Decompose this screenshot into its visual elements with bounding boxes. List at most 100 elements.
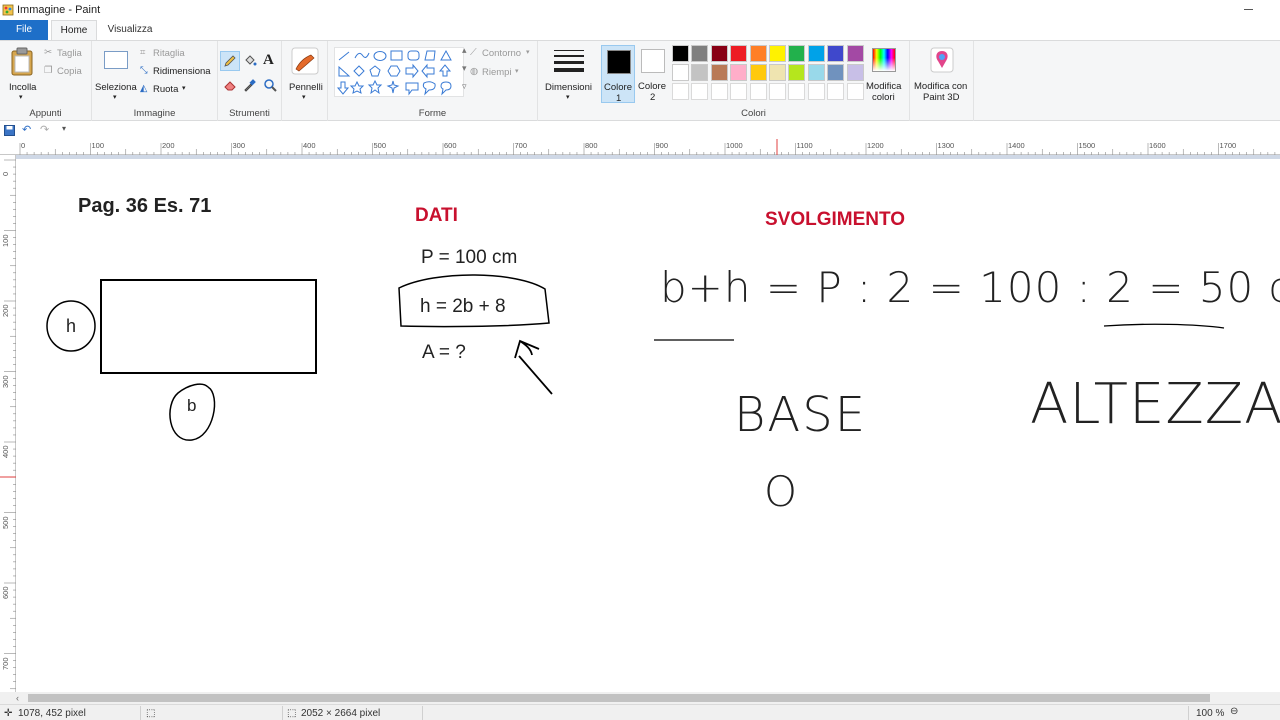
- canvas-area[interactable]: Pag. 36 Es. 71 h b DATI P = 100 cm h = 2…: [16, 155, 1280, 692]
- image-group-label: Immagine: [133, 108, 176, 119]
- zoom-out-icon[interactable]: ⊖: [1230, 706, 1238, 717]
- palette-swatch[interactable]: [710, 45, 728, 62]
- palette-empty-swatch[interactable]: [788, 83, 806, 100]
- color2-label: Colore: [638, 81, 666, 92]
- palette-swatch[interactable]: [691, 45, 709, 62]
- palette-swatch[interactable]: [710, 64, 728, 81]
- outline-button[interactable]: ⟋ Contorno ▾: [470, 47, 536, 61]
- palette-empty-swatch[interactable]: [672, 83, 689, 100]
- resize-label: Ridimensiona: [153, 66, 211, 77]
- color1-button[interactable]: Colore 1: [601, 45, 635, 104]
- cursor-move-icon: ✛: [4, 708, 13, 719]
- selection-rect-icon: [104, 51, 128, 69]
- palette-empty-swatch[interactable]: [807, 83, 825, 100]
- edit-colors-button[interactable]: Modifica colori: [864, 45, 904, 103]
- fill-button[interactable]: ◍ Riempi ▾: [470, 66, 536, 80]
- scroll-down-icon[interactable]: ▾: [462, 63, 467, 74]
- scrollbar-thumb[interactable]: [28, 694, 1210, 702]
- palette-swatch[interactable]: [788, 64, 806, 81]
- select-button[interactable]: Seleziona ▾: [94, 45, 137, 103]
- color-picker-icon[interactable]: [243, 78, 257, 92]
- shapes-gallery[interactable]: [334, 47, 464, 97]
- magnifier-icon[interactable]: [263, 78, 277, 92]
- fill-bucket-icon[interactable]: [243, 54, 257, 68]
- eraser-icon[interactable]: [223, 78, 237, 92]
- ruler-label: 0: [21, 141, 26, 150]
- palette-swatch[interactable]: [672, 45, 689, 62]
- palette-empty-swatch[interactable]: [846, 83, 864, 100]
- scroll-up-icon[interactable]: ▴: [462, 45, 467, 56]
- hand-arrow: [514, 339, 553, 395]
- copy-button[interactable]: ❐ Copia: [44, 65, 90, 79]
- undo-icon[interactable]: ↶: [22, 123, 31, 136]
- crop-button[interactable]: ⌗ Ritaglia: [140, 47, 216, 61]
- ruler-label: 1000: [726, 141, 743, 150]
- shapes-gallery-icons: [336, 49, 452, 96]
- window-title: Immagine - Paint: [17, 4, 101, 16]
- palette-swatch[interactable]: [788, 45, 806, 62]
- color1-label: Colore: [604, 82, 632, 93]
- expand-gallery-icon[interactable]: ▿: [462, 81, 467, 92]
- brushes-button[interactable]: Pennelli ▾: [286, 45, 324, 103]
- palette-empty-swatch[interactable]: [749, 83, 767, 100]
- color2-swatch: [641, 49, 665, 73]
- palette-swatch[interactable]: [730, 45, 748, 62]
- palette-swatch[interactable]: [846, 64, 864, 81]
- ruler-label: 1700: [1219, 141, 1237, 150]
- redo-icon[interactable]: ↷: [40, 123, 49, 136]
- palette-swatch[interactable]: [807, 45, 825, 62]
- text-tool-icon[interactable]: A: [263, 52, 274, 69]
- ruler-label: 300: [232, 141, 246, 150]
- scroll-left-icon[interactable]: ‹: [16, 693, 19, 703]
- given-p: P = 100 cm: [421, 247, 518, 268]
- palette-empty-swatch[interactable]: [691, 83, 709, 100]
- base-heading: BASE: [734, 387, 868, 443]
- ruler-label: 700: [1, 656, 10, 670]
- brush-icon: [291, 47, 319, 75]
- paste-button[interactable]: Incolla ▾: [6, 45, 38, 103]
- palette-empty-swatch[interactable]: [710, 83, 728, 100]
- ruler-label: 300: [1, 374, 10, 388]
- edit-paint3d-button[interactable]: Modifica con Paint 3D: [912, 45, 972, 103]
- pencil-tool[interactable]: [220, 51, 240, 71]
- tools-group: A Strumenti: [218, 41, 282, 121]
- palette-swatch[interactable]: [672, 64, 689, 81]
- color1-swatch: [607, 50, 631, 74]
- clipboard-icon: [11, 47, 33, 76]
- palette-swatch[interactable]: [749, 45, 767, 62]
- palette-empty-swatch[interactable]: [769, 83, 786, 100]
- palette-swatch[interactable]: [730, 64, 748, 81]
- drawing-canvas[interactable]: Pag. 36 Es. 71 h b DATI P = 100 cm h = 2…: [16, 159, 1280, 692]
- color2-button[interactable]: Colore 2: [636, 45, 670, 103]
- line-width-icon: [554, 50, 584, 72]
- copy-label: Copia: [57, 66, 82, 77]
- scissors-icon: ✂: [44, 47, 52, 58]
- palette-empty-swatch[interactable]: [827, 83, 845, 100]
- colors-group: Colore 1 Colore 2 Modifica colori Colori: [598, 41, 910, 121]
- underline-result: [1103, 323, 1225, 329]
- horizontal-scrollbar[interactable]: ‹: [0, 692, 1280, 704]
- ruler-label: 900: [655, 141, 669, 150]
- palette-swatch[interactable]: [749, 64, 767, 81]
- customize-toolbar-icon[interactable]: ▾: [62, 124, 66, 133]
- edit-colors-label-2: colori: [872, 92, 895, 103]
- rainbow-icon: [872, 48, 896, 72]
- cut-button[interactable]: ✂ Taglia: [44, 47, 90, 61]
- ribbon: Incolla ▾ ✂ Taglia ❐ Copia Appunti Selez…: [0, 40, 1280, 121]
- rotate-button[interactable]: ◭ Ruota ▾: [140, 83, 216, 97]
- palette-swatch[interactable]: [769, 64, 786, 81]
- tab-view[interactable]: Visualizza: [100, 20, 160, 40]
- palette-swatch[interactable]: [769, 45, 786, 62]
- resize-button[interactable]: ⤡ Ridimensiona: [140, 65, 216, 79]
- tab-file[interactable]: File: [0, 20, 48, 40]
- palette-swatch[interactable]: [846, 45, 864, 62]
- palette-swatch[interactable]: [827, 64, 845, 81]
- save-icon[interactable]: [4, 125, 15, 136]
- tab-home[interactable]: Home: [51, 20, 97, 40]
- minimize-button[interactable]: [1240, 0, 1258, 20]
- palette-swatch[interactable]: [827, 45, 845, 62]
- palette-empty-swatch[interactable]: [730, 83, 748, 100]
- palette-swatch[interactable]: [807, 64, 825, 81]
- palette-swatch[interactable]: [691, 64, 709, 81]
- size-button[interactable]: Dimensioni ▾: [542, 45, 596, 103]
